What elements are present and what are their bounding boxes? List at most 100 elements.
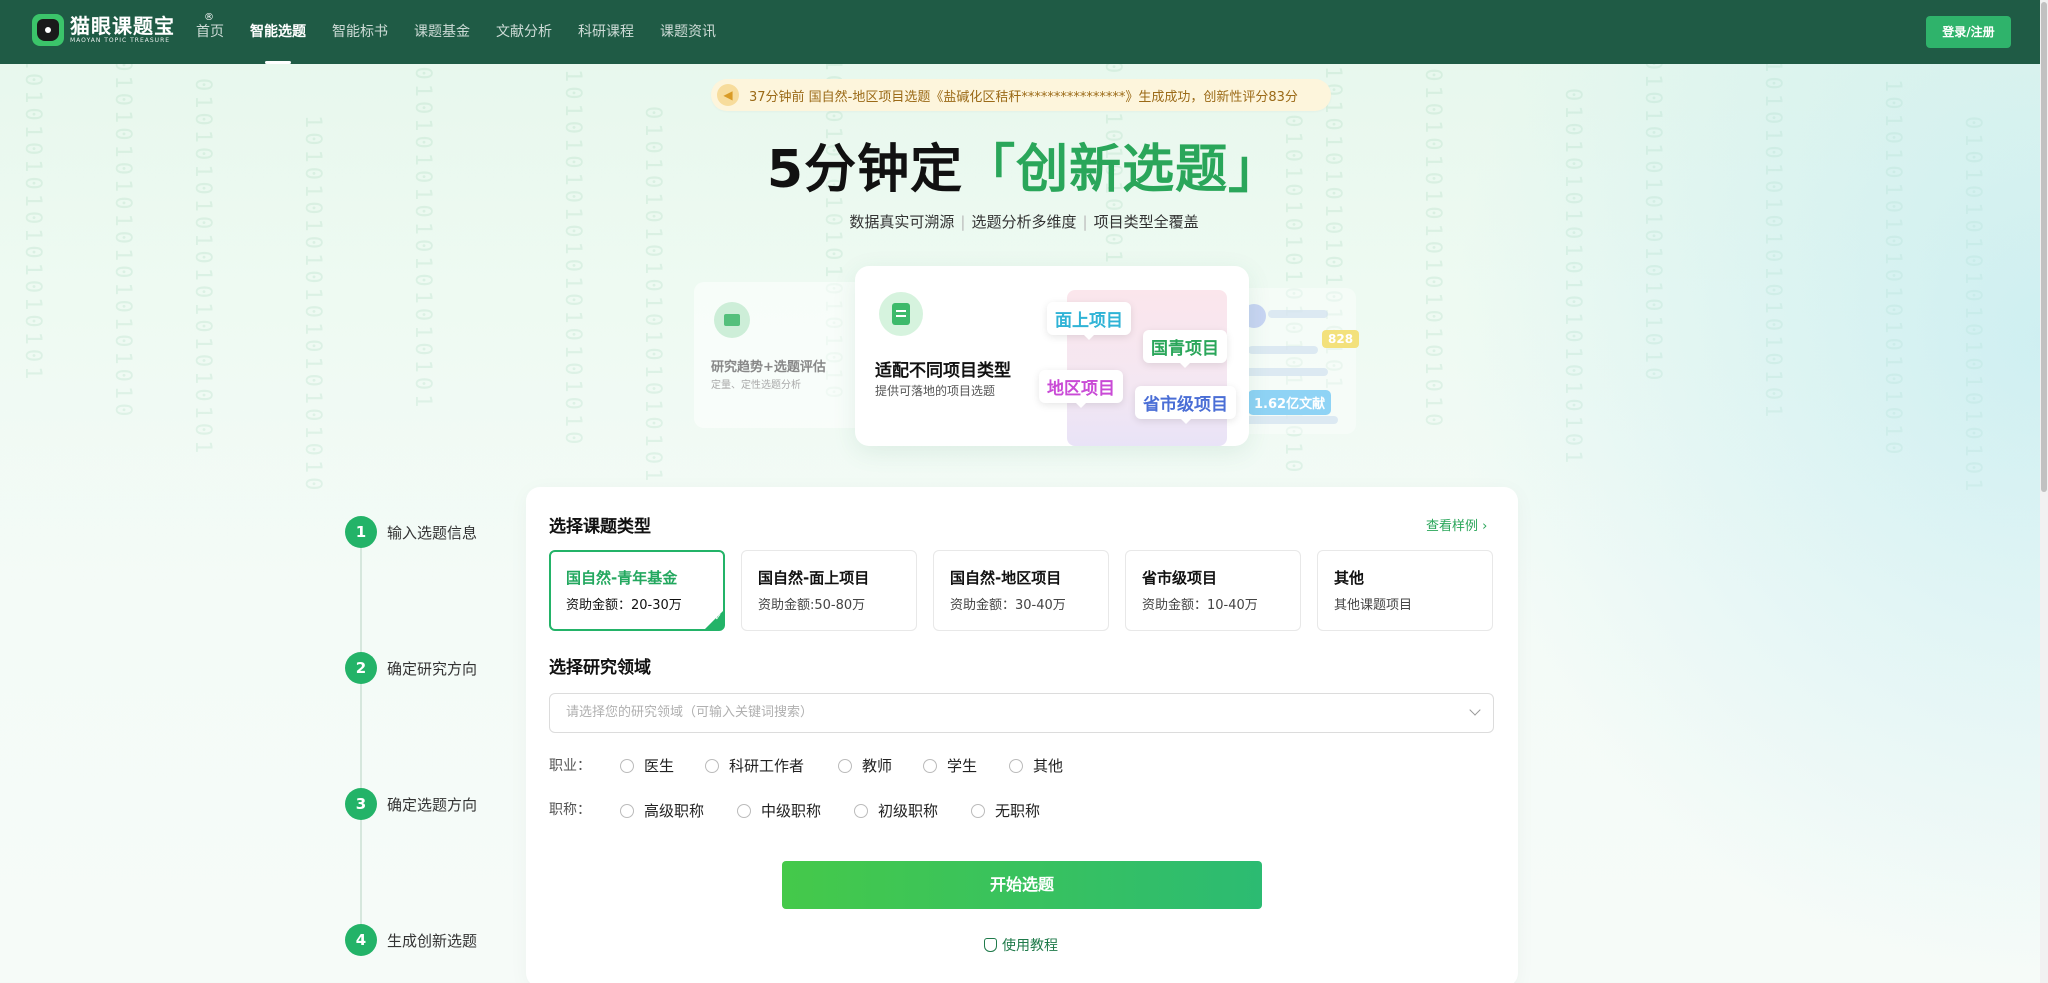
research-field-placeholder: 请选择您的研究领域（可输入关键词搜索） bbox=[566, 705, 814, 720]
nav-literature-analysis[interactable]: 文献分析 bbox=[496, 0, 552, 64]
chart-monitor-icon bbox=[714, 302, 750, 338]
count-badge: 828 bbox=[1322, 330, 1360, 348]
feature-card-title: 适配不同项目类型 bbox=[875, 361, 1011, 381]
radio-occupation-teacher[interactable]: 教师 bbox=[838, 755, 892, 776]
radio-rank-junior[interactable]: 初级职称 bbox=[854, 800, 938, 821]
selected-check-icon bbox=[705, 611, 723, 629]
type-amount: 资助金额:50-80万 bbox=[758, 598, 866, 613]
step-1: 1 输入选题信息 bbox=[345, 516, 477, 548]
steps-connector bbox=[360, 548, 362, 934]
field-section-title: 选择研究领域 bbox=[549, 658, 651, 678]
type-name: 国自然-地区项目 bbox=[950, 569, 1062, 587]
type-card-other[interactable]: 其他 其他课题项目 bbox=[1317, 550, 1493, 631]
nav-topic-news[interactable]: 课题资讯 bbox=[660, 0, 716, 64]
tutorial-label: 使用教程 bbox=[1002, 938, 1058, 954]
step-4: 4 生成创新选题 bbox=[345, 924, 477, 956]
nav-smart-topic[interactable]: 智能选题 bbox=[250, 0, 306, 64]
step-3: 3 确定选题方向 bbox=[345, 788, 477, 820]
radio-label: 科研工作者 bbox=[729, 757, 805, 775]
logo[interactable]: 猫眼课题宝 MAOYAN TOPIC TREASURE ® bbox=[32, 12, 214, 46]
hero-subtitle: 数据真实可溯源 | 选题分析多维度 | 项目类型全覆盖 bbox=[849, 213, 1199, 231]
type-card-youth-fund[interactable]: 国自然-青年基金 资助金额：20-30万 bbox=[549, 550, 725, 631]
hero-sub-item: 选题分析多维度 bbox=[971, 213, 1077, 231]
tag-regional-project: 地区项目 bbox=[1039, 370, 1123, 408]
hero-sub-item: 数据真实可溯源 bbox=[849, 213, 955, 231]
cat-logo-icon bbox=[32, 14, 64, 46]
logo-title: 猫眼课题宝 bbox=[70, 14, 175, 38]
research-field-select[interactable]: 请选择您的研究领域（可输入关键词搜索） bbox=[549, 693, 1494, 733]
nav-topic-fund[interactable]: 课题基金 bbox=[414, 0, 470, 64]
step-number: 2 bbox=[345, 652, 377, 684]
radio-label: 医生 bbox=[644, 757, 675, 775]
step-number: 1 bbox=[345, 516, 377, 548]
radio-occupation-doctor[interactable]: 医生 bbox=[620, 755, 674, 776]
hero-title: 5分钟定「创新选题」 bbox=[0, 138, 2048, 202]
logo-subtitle: MAOYAN TOPIC TREASURE bbox=[70, 37, 171, 44]
shield-icon bbox=[984, 938, 997, 952]
chevron-down-icon bbox=[1469, 704, 1481, 716]
activity-notice: ◀ 37分钟前 国自然-地区项目选题《盐碱化区秸秆***************… bbox=[711, 79, 1331, 111]
type-name: 国自然-青年基金 bbox=[566, 569, 678, 587]
start-topic-button[interactable]: 开始选题 bbox=[782, 861, 1262, 909]
nav-home[interactable]: 首页 bbox=[196, 0, 224, 64]
step-label: 生成创新选题 bbox=[387, 931, 478, 950]
topic-form: 选择课题类型 查看样例 › 国自然-青年基金 资助金额：20-30万 国自然-面… bbox=[526, 487, 1518, 983]
nav-smart-proposal[interactable]: 智能标书 bbox=[332, 0, 388, 64]
occupation-label: 职业： bbox=[549, 758, 591, 774]
see-example-link[interactable]: 查看样例 › bbox=[1426, 515, 1487, 534]
tutorial-link[interactable]: 使用教程 bbox=[984, 935, 1058, 955]
notice-text: 37分钟前 国自然-地区项目选题《盐碱化区秸秆****************》… bbox=[749, 89, 1298, 105]
type-card-regional-project[interactable]: 国自然-地区项目 资助金额：30-40万 bbox=[933, 550, 1109, 631]
scrollbar-thumb[interactable] bbox=[2041, 2, 2047, 492]
type-name: 其他 bbox=[1334, 569, 1365, 587]
tag-general-project: 面上项目 bbox=[1047, 302, 1131, 340]
document-icon bbox=[879, 292, 923, 336]
type-amount: 资助金额：30-40万 bbox=[950, 598, 1066, 613]
tag-youth-project: 国青项目 bbox=[1143, 330, 1227, 368]
hero-sub-item: 项目类型全覆盖 bbox=[1093, 213, 1199, 231]
radio-rank-intermediate[interactable]: 中级职称 bbox=[737, 800, 821, 821]
feature-card-project-types[interactable]: 适配不同项目类型 提供可落地的项目选题 面上项目 国青项目 地区项目 省市级项目 bbox=[855, 266, 1249, 446]
type-name: 国自然-面上项目 bbox=[758, 569, 870, 587]
radio-occupation-student[interactable]: 学生 bbox=[923, 755, 977, 776]
nav-research-course[interactable]: 科研课程 bbox=[578, 0, 634, 64]
step-number: 3 bbox=[345, 788, 377, 820]
step-label: 确定选题方向 bbox=[387, 795, 478, 814]
speaker-icon: ◀ bbox=[717, 84, 739, 106]
type-card-provincial-project[interactable]: 省市级项目 资助金额：10-40万 bbox=[1125, 550, 1301, 631]
page-scrollbar[interactable] bbox=[2040, 0, 2048, 983]
radio-label: 教师 bbox=[862, 757, 893, 775]
radio-label: 中级职称 bbox=[761, 802, 822, 820]
radio-label: 其他 bbox=[1033, 757, 1064, 775]
step-2: 2 确定研究方向 bbox=[345, 652, 477, 684]
feature-card-title: 研究趋势+选题评估 bbox=[711, 360, 826, 375]
radio-label: 初级职称 bbox=[878, 802, 939, 820]
hero-title-accent: 「创新选题」 bbox=[963, 140, 1282, 200]
login-register-button[interactable]: 登录/注册 bbox=[1926, 16, 2011, 48]
type-amount: 资助金额：20-30万 bbox=[566, 598, 682, 613]
rank-label: 职称： bbox=[549, 802, 591, 818]
radio-rank-senior[interactable]: 高级职称 bbox=[620, 800, 704, 821]
type-amount: 资助金额：10-40万 bbox=[1142, 598, 1258, 613]
radio-label: 高级职称 bbox=[644, 802, 705, 820]
feature-card-trend[interactable]: 研究趋势+选题评估 定量、定性选题分析 bbox=[694, 282, 864, 428]
feature-card-subtitle: 定量、定性选题分析 bbox=[711, 380, 801, 391]
type-card-general-project[interactable]: 国自然-面上项目 资助金额:50-80万 bbox=[741, 550, 917, 631]
step-label: 确定研究方向 bbox=[387, 659, 478, 678]
hero-title-prefix: 5分钟定 bbox=[766, 140, 964, 200]
radio-rank-none[interactable]: 无职称 bbox=[971, 800, 1040, 821]
tag-provincial-project: 省市级项目 bbox=[1135, 386, 1236, 424]
literature-count-badge: 1.62亿文献 bbox=[1248, 390, 1332, 415]
radio-occupation-other[interactable]: 其他 bbox=[1009, 755, 1063, 776]
feature-card-subtitle: 提供可落地的项目选题 bbox=[875, 384, 996, 398]
step-number: 4 bbox=[345, 924, 377, 956]
top-nav-bar: 猫眼课题宝 MAOYAN TOPIC TREASURE ® 首页 智能选题 智能… bbox=[0, 0, 2048, 64]
main-nav: 首页 智能选题 智能标书 课题基金 文献分析 科研课程 课题资讯 bbox=[196, 0, 742, 64]
radio-label: 无职称 bbox=[995, 802, 1041, 820]
type-name: 省市级项目 bbox=[1142, 569, 1218, 587]
radio-occupation-researcher[interactable]: 科研工作者 bbox=[705, 755, 804, 776]
radio-label: 学生 bbox=[947, 757, 978, 775]
type-section-title: 选择课题类型 bbox=[549, 517, 651, 537]
step-label: 输入选题信息 bbox=[387, 523, 478, 542]
type-amount: 其他课题项目 bbox=[1334, 598, 1413, 613]
